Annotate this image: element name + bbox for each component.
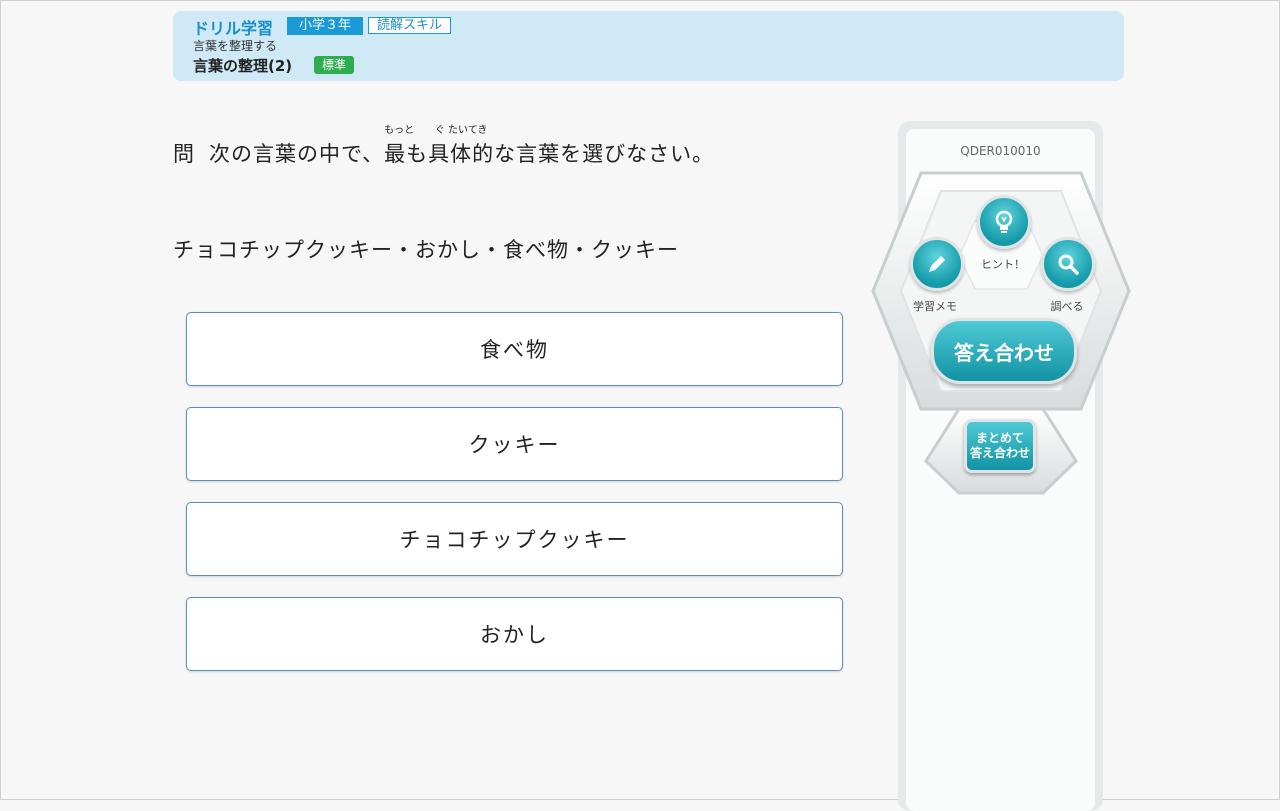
answer-check-label: 答え合わせ: [954, 340, 1054, 365]
ruby-reading-1: もっと: [384, 125, 415, 136]
lesson-header: ドリル学習 小学３年 読解スキル 言葉を整理する 言葉の整理(2) 標準: [173, 11, 1124, 81]
ruby-word-2: ぐ たいてき 具体的: [428, 125, 495, 168]
ruby-base-1: 最: [384, 142, 407, 166]
ruby-word-1: もっと最: [384, 125, 414, 168]
batch-answer-check-button[interactable]: まとめて 答え合わせ: [964, 419, 1036, 473]
choice-button-3[interactable]: チョコチップクッキー: [186, 502, 843, 576]
question-part2: も: [406, 142, 429, 166]
question-part3: な言葉を選びなさい。: [494, 142, 715, 166]
ruby-reading-2: ぐ たいてき: [434, 125, 488, 136]
hint-button[interactable]: [977, 195, 1031, 249]
word-list: チョコチップクッキー・おかし・食べ物・クッキー: [173, 238, 679, 262]
skill-badge: 読解スキル: [368, 17, 452, 34]
grade-badge: 小学３年: [287, 17, 364, 35]
unit-name: 言葉を整理する: [193, 39, 278, 53]
question-text: 問次の言葉の中で、 もっと 最もぐ たいてき 具体的な言葉を選びなさい。: [173, 125, 715, 168]
magnifier-icon: [1058, 254, 1079, 275]
memo-label: 学習メモ: [913, 300, 957, 313]
lesson-title: 言葉の整理(2): [193, 57, 293, 75]
hint-label: ヒント！: [981, 258, 1025, 271]
choice-button-1[interactable]: 食べ物: [186, 312, 843, 386]
level-badge: 標準: [314, 56, 355, 74]
question-mark: 問: [173, 142, 195, 166]
answer-check-button[interactable]: 答え合わせ: [931, 318, 1077, 384]
choice-button-2[interactable]: クッキー: [186, 407, 843, 481]
batch-label-line1: まとめて: [975, 431, 1024, 445]
tool-cluster: ヒント！ 学習メモ 調べる 答え合わせ まとめて 答え合わせ: [871, 161, 1131, 541]
memo-button[interactable]: [910, 237, 964, 291]
lookup-button[interactable]: [1041, 237, 1095, 291]
choice-button-4[interactable]: おかし: [186, 597, 843, 671]
app-name: ドリル学習: [193, 19, 274, 38]
pencil-icon: [929, 256, 945, 272]
question-part1: 次の言葉の中で、: [209, 142, 385, 166]
lightbulb-icon: [995, 210, 1013, 233]
batch-label-line2: 答え合わせ: [969, 446, 1030, 460]
lookup-label: 調べる: [1050, 300, 1084, 313]
question-code: QDER010010: [960, 144, 1041, 158]
ruby-base-2: 具体的: [428, 142, 495, 166]
